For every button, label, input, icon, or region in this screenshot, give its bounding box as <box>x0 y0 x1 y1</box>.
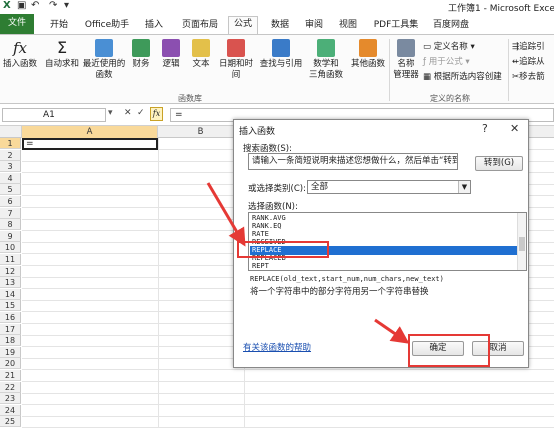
annotation-arrow-ok <box>374 318 410 344</box>
annotation-arrows <box>206 182 410 344</box>
annotation-arrow-replace <box>206 182 246 247</box>
